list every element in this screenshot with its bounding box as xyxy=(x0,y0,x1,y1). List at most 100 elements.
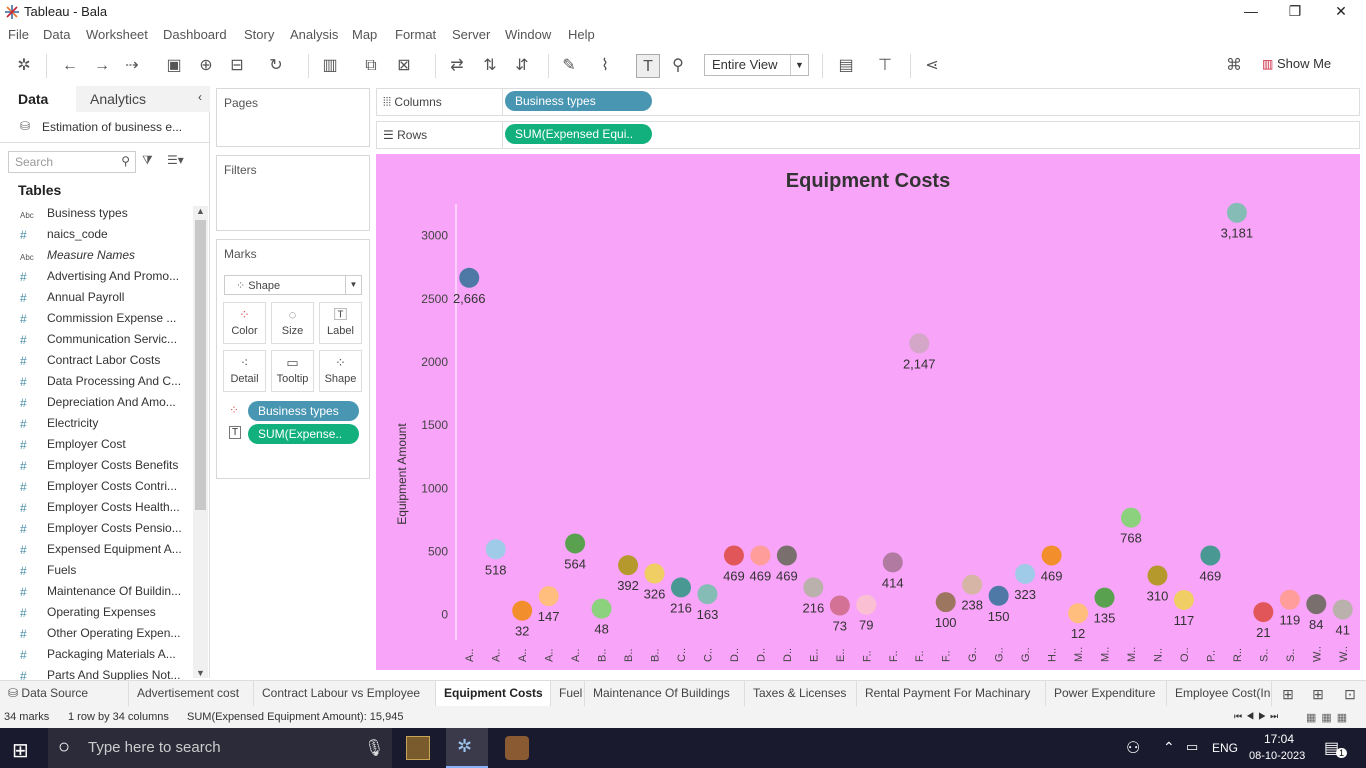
mark-type-dropdown[interactable]: ⁘ Shape ▼ xyxy=(224,275,362,295)
menu-window[interactable]: Window xyxy=(505,27,551,42)
field-item[interactable]: # Employer Costs Benefits xyxy=(0,456,192,477)
data-point[interactable] xyxy=(750,545,771,566)
field-item[interactable]: # Advertising And Promo... xyxy=(0,267,192,288)
tab-contract-labour[interactable]: Contract Labour vs Employee xyxy=(254,681,436,706)
tab-maintenance[interactable]: Maintenance Of Buildings xyxy=(585,681,745,706)
field-item[interactable]: # Commission Expense ... xyxy=(0,309,192,330)
data-point[interactable] xyxy=(1094,587,1115,608)
field-item[interactable]: # Depreciation And Amo... xyxy=(0,393,192,414)
tab-data-source[interactable]: ⛁ Data Source xyxy=(0,681,129,706)
data-point[interactable] xyxy=(1253,602,1274,623)
tab-advertisement-cost[interactable]: Advertisement cost xyxy=(129,681,254,706)
app-thumbnail-icon[interactable] xyxy=(406,736,430,760)
presentation-mode-icon[interactable]: ⊤ xyxy=(873,54,897,78)
data-point[interactable] xyxy=(803,577,824,598)
new-story-icon[interactable]: ⊡ xyxy=(1338,682,1362,706)
tab-analytics[interactable]: Analytics ‹ xyxy=(76,86,210,112)
show-me-button[interactable]: ▥ Show Me xyxy=(1262,56,1331,71)
menu-help[interactable]: Help xyxy=(568,27,595,42)
data-point[interactable] xyxy=(1147,565,1168,586)
field-item[interactable]: # Data Processing And C... xyxy=(0,372,192,393)
menu-format[interactable]: Format xyxy=(395,27,436,42)
field-item[interactable]: # Employer Cost xyxy=(0,435,192,456)
sheet-view-icons[interactable]: ▦▦▦ xyxy=(1306,711,1352,724)
redo-icon[interactable]: → xyxy=(90,54,114,78)
rows-pill[interactable]: SUM(Expensed Equi.. xyxy=(505,124,652,144)
tab-employee-cost[interactable]: Employee Cost(In xyxy=(1167,681,1272,706)
scrollbar[interactable]: ▲ ▼ xyxy=(193,206,208,678)
field-item[interactable]: # Packaging Materials A... xyxy=(0,645,192,666)
scroll-up-icon[interactable]: ▲ xyxy=(196,206,205,216)
color-pill[interactable]: Business types xyxy=(248,401,359,421)
field-item[interactable]: # Employer Costs Health... xyxy=(0,498,192,519)
data-point[interactable] xyxy=(1041,545,1062,566)
field-item[interactable]: Abc Business types xyxy=(0,204,192,225)
replay-icon[interactable]: ⇢ xyxy=(120,54,144,78)
field-item[interactable]: Abc Measure Names xyxy=(0,246,192,267)
datasource-row[interactable]: ⛁ Estimation of business e... xyxy=(0,114,209,140)
tab-fuel[interactable]: Fuel xyxy=(551,681,585,706)
duplicate-sheet-icon[interactable]: ⧉ xyxy=(359,54,383,78)
menu-story[interactable]: Story xyxy=(244,27,274,42)
data-point[interactable] xyxy=(723,545,744,566)
people-icon[interactable]: ⚇ xyxy=(1126,738,1140,758)
sort-ascending-icon[interactable]: ⇅ xyxy=(478,54,502,78)
view-list-icon[interactable]: ☰▾ xyxy=(167,153,184,167)
refresh-icon[interactable]: ↻ xyxy=(264,54,288,78)
field-item[interactable]: # naics_code xyxy=(0,225,192,246)
color-button[interactable]: ⁘ Color xyxy=(223,302,266,344)
minimize-button[interactable]: — xyxy=(1228,0,1274,24)
show-labels-icon[interactable]: T xyxy=(636,54,660,78)
clear-sheet-icon[interactable]: ⊠ xyxy=(392,54,416,78)
field-item[interactable]: # Annual Payroll xyxy=(0,288,192,309)
data-point[interactable] xyxy=(882,552,903,573)
pause-updates-icon[interactable]: ⊟ xyxy=(225,54,249,78)
data-point[interactable] xyxy=(776,545,797,566)
field-item[interactable]: # Maintenance Of Buildin... xyxy=(0,582,192,603)
highlight-icon[interactable]: ✎ xyxy=(557,54,581,78)
paintbrush-icon[interactable]: ⌘ xyxy=(1222,54,1246,78)
app-icon[interactable] xyxy=(505,736,529,760)
search-input[interactable]: Search ⚲ xyxy=(8,151,136,173)
close-button[interactable]: ✕ xyxy=(1318,0,1364,24)
tab-equipment-costs[interactable]: Equipment Costs xyxy=(436,681,551,706)
label-pill[interactable]: SUM(Expense.. xyxy=(248,424,359,444)
restore-button[interactable]: ❐ xyxy=(1272,0,1318,24)
show-cards-icon[interactable]: ▤ xyxy=(834,54,858,78)
field-item[interactable]: # Operating Expenses xyxy=(0,603,192,624)
microphone-icon[interactable]: 🎙 xyxy=(364,738,384,758)
columns-pill[interactable]: Business types xyxy=(505,91,652,111)
fit-dropdown[interactable]: Entire View ▼ xyxy=(704,54,809,76)
collapse-icon[interactable]: ‹ xyxy=(198,90,202,104)
battery-icon[interactable]: ▭ xyxy=(1186,739,1198,755)
data-point[interactable] xyxy=(1332,599,1353,620)
scroll-down-icon[interactable]: ▼ xyxy=(196,668,205,678)
data-point[interactable] xyxy=(459,267,480,288)
data-point[interactable] xyxy=(1279,589,1300,610)
data-point[interactable] xyxy=(1121,507,1141,528)
tableau-home-icon[interactable]: ✲ xyxy=(12,54,36,78)
sheet-navigation-icon[interactable]: ⏮◀▶⏭ xyxy=(1234,711,1282,722)
data-point[interactable] xyxy=(962,574,983,595)
menu-map[interactable]: Map xyxy=(352,27,377,42)
language-indicator[interactable]: ENG xyxy=(1212,741,1238,755)
data-point[interactable] xyxy=(909,333,930,354)
filter-icon[interactable]: ⧩ xyxy=(142,153,153,168)
data-point[interactable] xyxy=(671,577,691,598)
chevron-up-icon[interactable]: ⌃ xyxy=(1163,739,1175,756)
data-point[interactable] xyxy=(485,539,506,560)
tab-data[interactable]: Data xyxy=(0,86,76,112)
menu-analysis[interactable]: Analysis xyxy=(290,27,338,42)
size-button[interactable]: ◌ Size xyxy=(271,302,314,344)
rows-shelf[interactable]: ☰ Rows SUM(Expensed Equi.. xyxy=(376,121,1360,149)
data-point[interactable] xyxy=(856,594,877,615)
group-icon[interactable]: ⌇ xyxy=(593,54,617,78)
field-item[interactable]: # Other Operating Expen... xyxy=(0,624,192,645)
data-point[interactable] xyxy=(1200,545,1221,566)
tableau-taskbar-icon[interactable]: ✲ xyxy=(446,728,488,768)
tab-taxes[interactable]: Taxes & Licenses xyxy=(745,681,857,706)
data-point[interactable] xyxy=(1068,603,1089,624)
field-item[interactable]: # Contract Labor Costs xyxy=(0,351,192,372)
taskbar-search[interactable]: ○ Type here to search 🎙 xyxy=(48,728,392,768)
menu-dashboard[interactable]: Dashboard xyxy=(163,27,227,42)
